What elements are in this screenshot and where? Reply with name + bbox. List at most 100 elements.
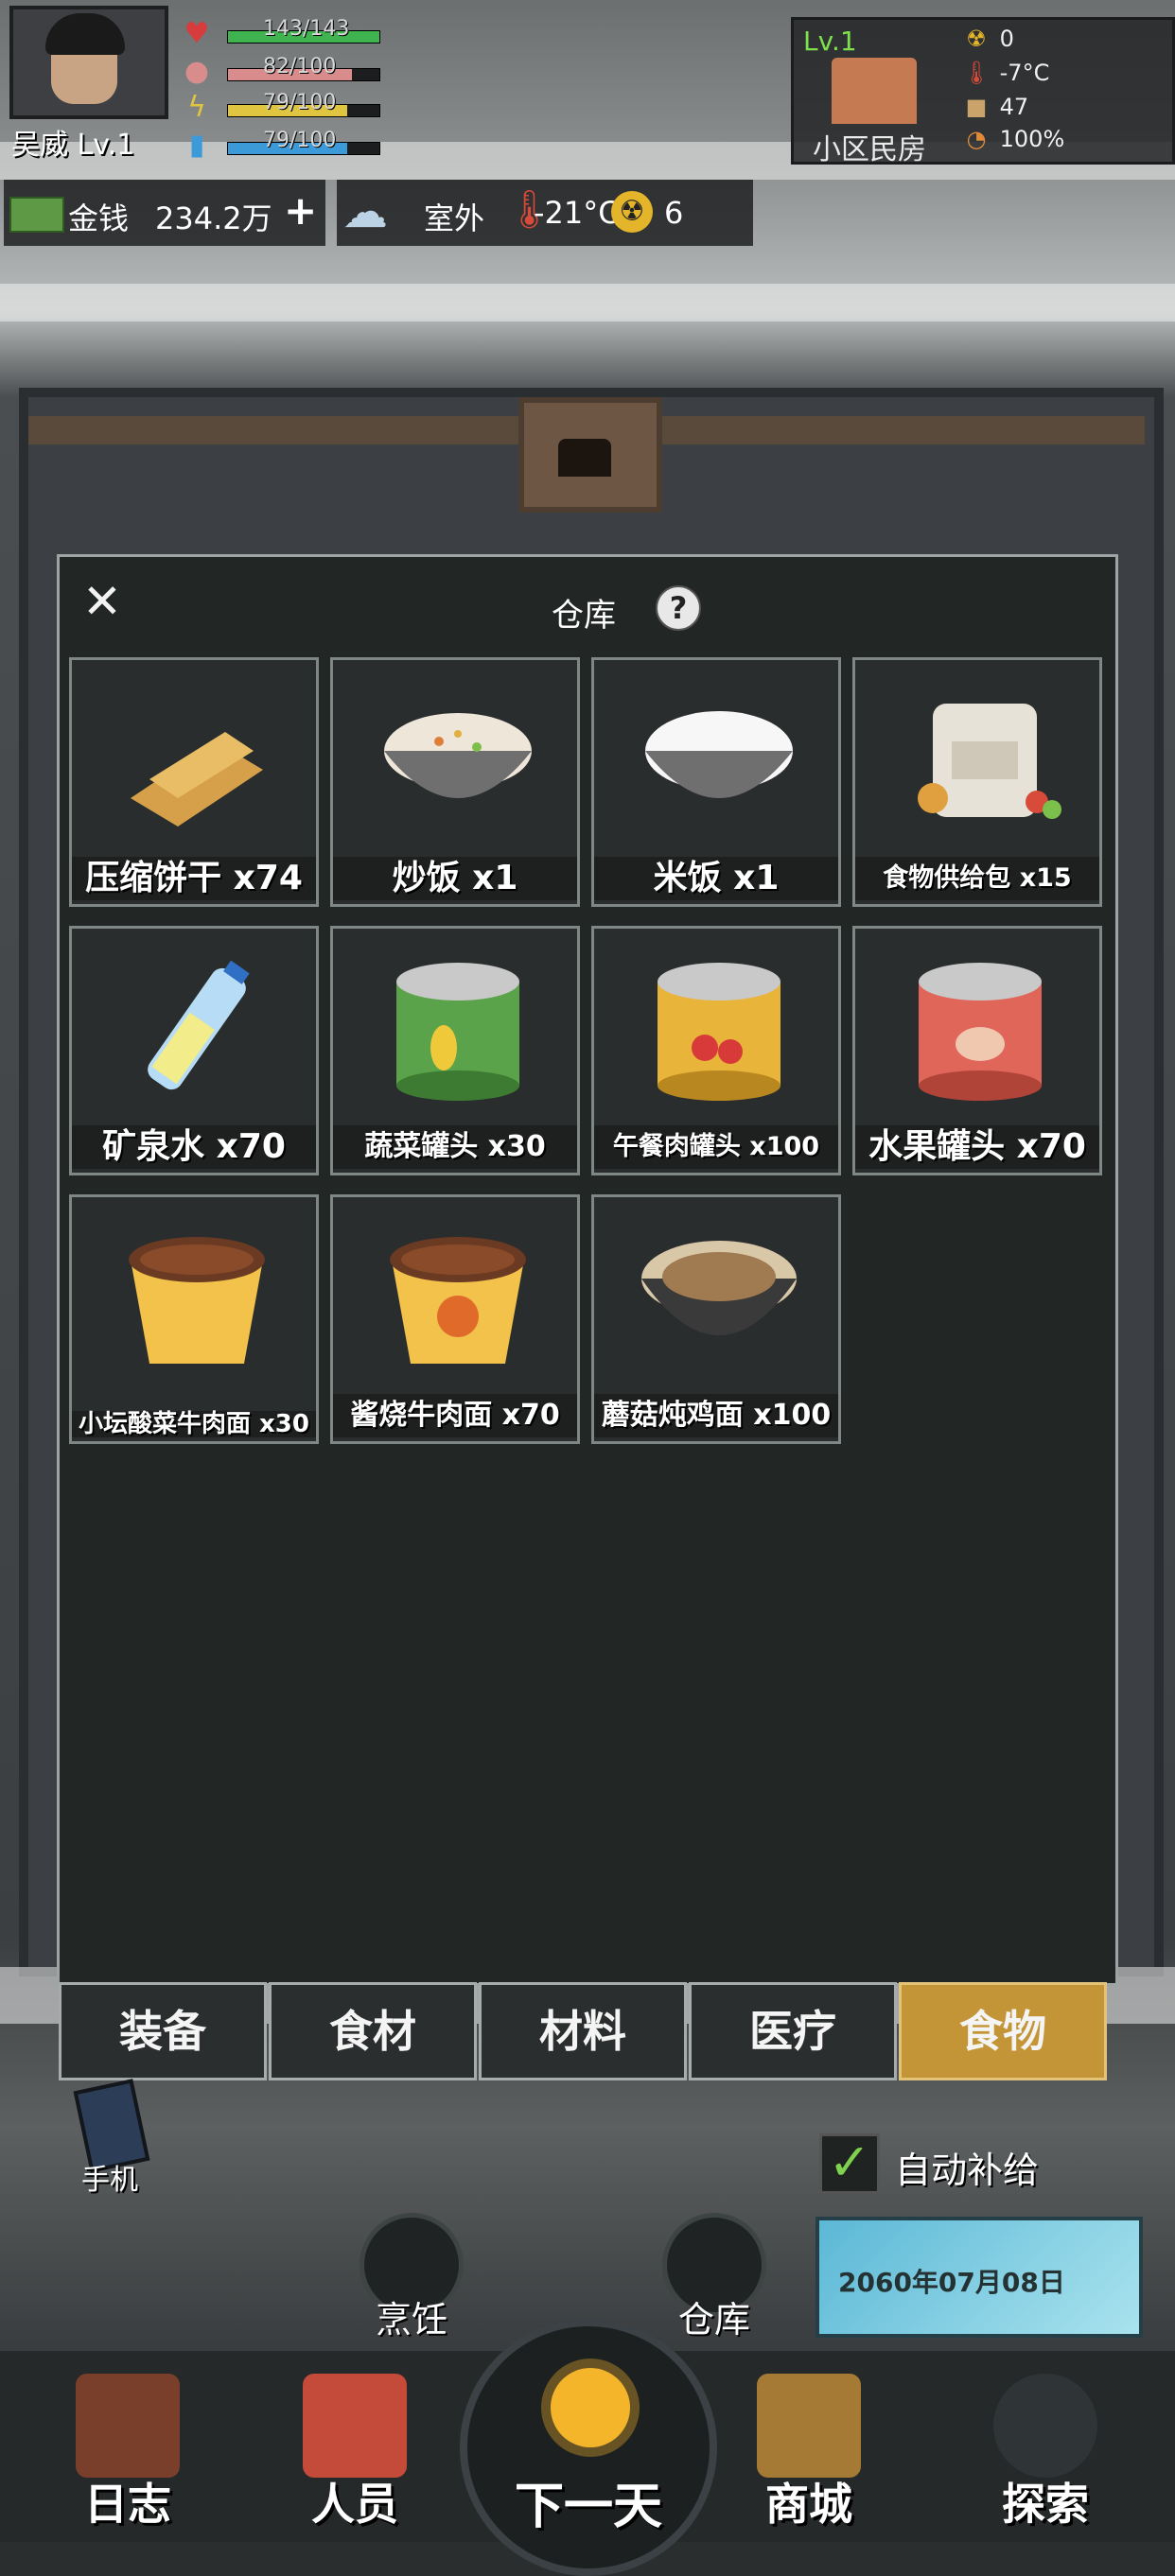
snow-band [0, 284, 1175, 322]
fire-icon [558, 439, 611, 477]
nav-explore[interactable]: 探索 [956, 2364, 1135, 2534]
weather-panel: ☁ 室外 🌡︎ -21°C ☢ 6 [337, 180, 753, 246]
fried-rice-icon [384, 713, 532, 798]
radiation-icon: ☢ [966, 26, 987, 52]
lightning-icon: ϟ [187, 91, 206, 124]
thirst-value: 79/100 [263, 129, 337, 152]
category-tabs: 装备 食材 材料 医疗 食物 [59, 1982, 1111, 2080]
tab-materials[interactable]: 材料 [479, 1982, 687, 2080]
item-label: 午餐肉罐头 x100 [594, 1125, 838, 1169]
food-pack-icon [918, 704, 1061, 819]
money-icon [9, 197, 64, 233]
help-button[interactable]: ? [656, 585, 701, 631]
tab-equipment[interactable]: 装备 [59, 1982, 267, 2080]
water-bottle-icon [148, 960, 250, 1090]
item-label: 水果罐头 x70 [855, 1125, 1099, 1169]
avatar-hair [45, 13, 125, 55]
next-day-button[interactable]: 下一天 [460, 2319, 717, 2576]
nav-log-label: 日志 [84, 2479, 171, 2530]
biscuit-icon [131, 732, 263, 827]
basket-icon [757, 2374, 861, 2478]
player-portrait[interactable] [9, 6, 168, 119]
rice-icon [645, 711, 793, 798]
mushroom-noodle-icon [641, 1241, 797, 1335]
phone-label: 手机 [81, 2164, 138, 2197]
item-luncheon-can[interactable]: 午餐肉罐头 x100 [591, 926, 841, 1175]
energy-value: 79/100 [263, 91, 337, 114]
dialog-title: 仓库 [552, 597, 616, 635]
health-value: 143/143 [263, 17, 350, 41]
item-fried-rice[interactable]: 炒饭 x1 [330, 657, 580, 907]
cook-label: 烹饪 [375, 2299, 447, 2341]
nav-log[interactable]: 日志 [38, 2364, 218, 2534]
item-label: 蘑菇炖鸡面 x100 [594, 1394, 838, 1437]
energy-stat: ϟ 79/100 [180, 91, 388, 125]
auto-supply-toggle[interactable]: ✓ 自动补给 [819, 2130, 1169, 2202]
item-mushroom-noodle[interactable]: 蘑菇炖鸡面 x100 [591, 1194, 841, 1444]
location-percent: ◔ 100% [960, 126, 1159, 156]
location-temperature: 🌡︎ -7°C [961, 60, 1050, 86]
tab-ingredients[interactable]: 食材 [269, 1982, 477, 2080]
tab-food[interactable]: 食物 [899, 1982, 1107, 2080]
nav-staff-label: 人员 [311, 2479, 398, 2530]
pie-icon: ◔ [966, 126, 987, 152]
sun-icon [551, 2368, 630, 2447]
warehouse-dialog: ✕ 仓库 ? 压缩饼干 x74 炒饭 x1 米饭 x1 食物供给包 x15 矿泉… [57, 554, 1118, 1986]
house-icon [832, 58, 917, 124]
item-beef-noodle[interactable]: 酱烧牛肉面 x70 [330, 1194, 580, 1444]
compass-icon [993, 2374, 1097, 2478]
item-fruit-can[interactable]: 水果罐头 x70 [852, 926, 1102, 1175]
location-panel[interactable]: Lv.1 小区民房 ☢ 0 🌡︎ -7°C ■ 47 ◔ 100% [791, 17, 1175, 166]
item-biscuit[interactable]: 压缩饼干 x74 [69, 657, 319, 907]
water-icon: ▮ [188, 129, 205, 162]
item-label: 食物供给包 x15 [855, 857, 1099, 900]
item-label: 矿泉水 x70 [72, 1125, 316, 1169]
money-label: 金钱 [68, 200, 130, 236]
book-icon [76, 2374, 180, 2478]
supplies-icon: ■ [965, 94, 988, 120]
auto-supply-label: 自动补给 [895, 2150, 1040, 2191]
thirst-stat: ▮ 79/100 [180, 129, 388, 163]
tab-medical[interactable]: 医疗 [689, 1982, 897, 2080]
item-label: 米饭 x1 [594, 857, 838, 900]
outdoor-temperature: -21°C [534, 195, 620, 231]
date-panel: 2060年07月08日 [815, 2217, 1143, 2338]
outdoor-radiation: 6 [664, 195, 684, 231]
current-date: 2060年07月08日 [838, 2267, 1065, 2298]
warehouse-label: 仓库 [677, 2299, 750, 2341]
cook-button[interactable]: 烹饪 [350, 2213, 473, 2341]
cloud-icon: ☁ [342, 185, 388, 238]
id-card-icon [303, 2374, 407, 2478]
close-icon[interactable]: ✕ [79, 578, 126, 625]
checkbox-icon[interactable]: ✓ [819, 2133, 880, 2194]
item-label: 小坛酸菜牛肉面 x30 [72, 1411, 316, 1437]
item-label: 酱烧牛肉面 x70 [333, 1394, 577, 1437]
item-vegetable-can[interactable]: 蔬菜罐头 x30 [330, 926, 580, 1175]
location-level: Lv.1 [803, 26, 857, 57]
thermometer-icon: 🌡︎ [961, 60, 991, 86]
add-money-button[interactable]: + [284, 191, 317, 231]
location-name: 小区民房 [813, 133, 926, 166]
hunger-stat: ● 82/100 [180, 55, 388, 89]
item-food-pack[interactable]: 食物供给包 x15 [852, 657, 1102, 907]
nav-explore-label: 探索 [1002, 2479, 1089, 2530]
pickled-noodle-icon [129, 1237, 265, 1364]
fireplace [518, 397, 662, 513]
location-supplies: ■ 47 [960, 94, 1159, 124]
hunger-value: 82/100 [263, 55, 337, 78]
next-day-label: 下一天 [514, 2479, 662, 2535]
phone-button[interactable]: 手机 [62, 2079, 157, 2197]
stomach-icon: ● [184, 55, 210, 88]
nav-staff[interactable]: 人员 [265, 2364, 445, 2534]
player-name: 吴威 Lv.1 [11, 129, 135, 162]
warehouse-button[interactable]: 仓库 [653, 2213, 776, 2341]
money-value: 234.2万 [155, 200, 272, 236]
item-pickled-noodle[interactable]: 小坛酸菜牛肉面 x30 [69, 1194, 319, 1444]
item-water[interactable]: 矿泉水 x70 [69, 926, 319, 1175]
beef-noodle-icon [390, 1237, 526, 1364]
item-rice[interactable]: 米饭 x1 [591, 657, 841, 907]
location-radiation: ☢ 0 [960, 26, 1159, 56]
nav-shop[interactable]: 商城 [719, 2364, 899, 2534]
item-label: 压缩饼干 x74 [72, 857, 316, 900]
fruit-can-icon [919, 963, 1042, 1101]
